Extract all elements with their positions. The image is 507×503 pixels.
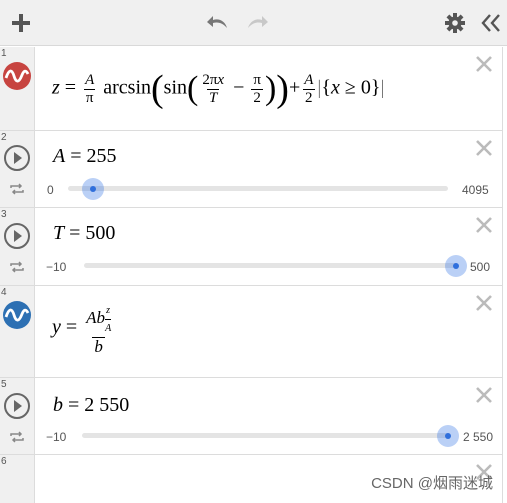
loop-mode-icon[interactable] [9, 430, 25, 444]
play-slider-icon[interactable] [3, 392, 31, 420]
expression-formula-1[interactable]: z = Aπ arcsin(sin(2πx T − π 2))+ A 2 |{x ≥ 0}… [52, 67, 385, 111]
delete-expression-icon[interactable] [473, 137, 495, 159]
wave-color-icon[interactable] [2, 61, 32, 91]
delete-expression-icon[interactable] [473, 214, 495, 236]
wave-color-icon[interactable] [2, 300, 32, 330]
slider-equation-t[interactable]: T = 500 [53, 222, 115, 245]
redo-icon [248, 16, 268, 28]
expression-index: 5 [1, 379, 7, 390]
expression-index: 1 [1, 48, 7, 59]
slider-max-label[interactable]: 4095 [462, 183, 489, 197]
loop-mode-icon[interactable] [9, 182, 25, 196]
delete-expression-icon[interactable] [473, 53, 495, 75]
expression-index: 6 [1, 456, 7, 467]
slider-track[interactable] [84, 263, 458, 268]
slider-handle[interactable] [437, 425, 459, 447]
slider-value: 2 550 [84, 394, 130, 416]
expression-list: 1 z = Aπ arcsin(sin(2πx T − π 2))+ A 2 |{x ≥ … [0, 47, 503, 503]
double-chevron-left-icon [481, 14, 500, 32]
undo-button[interactable] [203, 8, 233, 38]
expression-gutter: 2 [0, 131, 35, 207]
delete-expression-icon[interactable] [473, 384, 495, 406]
loop-mode-icon[interactable] [9, 260, 25, 274]
add-expression-button[interactable] [6, 8, 36, 38]
slider-min-label[interactable]: −10 [46, 430, 66, 444]
watermark-text: CSDN @烟雨迷城 [371, 475, 493, 492]
slider-variable: T [53, 222, 65, 244]
redo-button[interactable] [242, 8, 272, 38]
play-slider-icon[interactable] [3, 144, 31, 172]
slider-value: 500 [85, 222, 116, 244]
slider-variable: A [53, 145, 66, 167]
expression-index: 4 [1, 287, 7, 298]
slider-track[interactable] [68, 186, 448, 191]
slider-min-label[interactable]: −10 [46, 260, 66, 274]
undo-icon [207, 16, 227, 28]
slider-variable: b [53, 394, 63, 416]
slider-handle[interactable] [445, 255, 467, 277]
slider-value: 255 [86, 145, 117, 167]
expression-gutter: 4 [0, 286, 35, 377]
collapse-list-button[interactable] [476, 8, 506, 38]
expression-gutter: 3 [0, 208, 35, 285]
delete-expression-icon[interactable] [473, 292, 495, 314]
expression-gutter: 1 [0, 47, 35, 130]
slider-track[interactable] [82, 433, 450, 438]
play-slider-icon[interactable] [3, 222, 31, 250]
expression-index: 3 [1, 209, 7, 220]
expression-row-1[interactable]: 1 z = Aπ arcsin(sin(2πx T − π 2))+ A 2 |{x ≥ … [0, 47, 503, 131]
gear-icon [445, 13, 465, 33]
expression-toolbar [0, 0, 507, 46]
expression-row-4[interactable]: 4 y = Ab z Ab [0, 286, 503, 378]
expression-row-3[interactable]: 3 T = 500 −10 500 [0, 208, 503, 286]
expression-index: 2 [1, 132, 7, 143]
expression-gutter: 6 [0, 455, 35, 503]
slider-equation-a[interactable]: A = 255 [53, 145, 117, 168]
expression-row-5[interactable]: 5 b = 2 550 −10 2 550 [0, 378, 503, 455]
plus-icon [12, 14, 30, 32]
slider-max-label[interactable]: 2 550 [463, 430, 493, 444]
slider-min-label[interactable]: 0 [47, 183, 54, 197]
expression-row-2[interactable]: 2 A = 255 0 4095 [0, 131, 503, 208]
expression-gutter: 5 [0, 378, 35, 454]
settings-button[interactable] [440, 8, 470, 38]
slider-max-label[interactable]: 500 [470, 260, 490, 274]
slider-handle[interactable] [82, 178, 104, 200]
expression-formula-4[interactable]: y = Ab z Ab [52, 302, 115, 355]
slider-equation-b[interactable]: b = 2 550 [53, 394, 129, 417]
